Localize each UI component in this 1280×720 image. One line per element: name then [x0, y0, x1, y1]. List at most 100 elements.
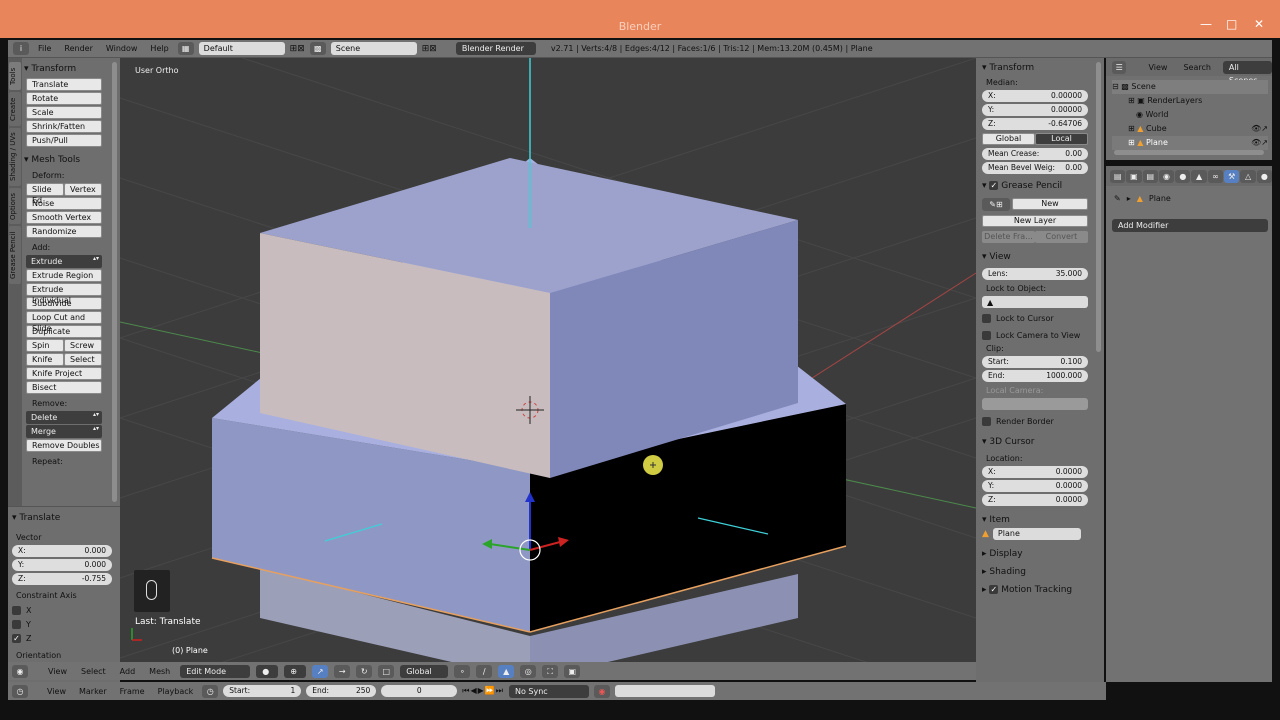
tl-menu-frame[interactable]: Frame: [116, 687, 149, 696]
editor-type-icon[interactable]: ◉: [12, 664, 28, 678]
clip-start-field[interactable]: Start: 0.100: [982, 356, 1088, 368]
start-frame-field[interactable]: Start: 1: [223, 685, 302, 697]
vp-menu-select[interactable]: Select: [77, 667, 110, 676]
info-editor-icon[interactable]: i: [13, 42, 29, 55]
operator-panel-header[interactable]: ▾ Translate: [12, 509, 112, 527]
lock-object-field[interactable]: ▲: [982, 296, 1088, 308]
vector-y-field[interactable]: Y: 0.000: [12, 559, 112, 571]
lock-camera-checkbox[interactable]: [982, 330, 991, 340]
vertex-select-icon[interactable]: ∘: [454, 664, 471, 678]
outliner-item-scene[interactable]: ⊟ ▩ Scene: [1112, 80, 1268, 94]
current-frame-field[interactable]: 0: [381, 685, 458, 697]
playback-controls-icon[interactable]: ⏮◀▶⏩⏭: [462, 686, 504, 696]
orientation-dropdown[interactable]: Global: [400, 664, 449, 678]
remove-doubles-button[interactable]: Remove Doubles: [26, 439, 102, 452]
mean-crease-field[interactable]: Mean Crease: 0.00: [982, 148, 1088, 160]
lock-cursor-checkbox[interactable]: [982, 313, 991, 323]
tab-grease-pencil[interactable]: Grease Pencil: [9, 226, 21, 284]
median-z-field[interactable]: Z: -0.64706: [982, 118, 1088, 130]
display-header[interactable]: ▸ Display: [982, 546, 1088, 562]
world-tab-icon[interactable]: ●: [1175, 169, 1191, 183]
lock-camera-row[interactable]: Lock Camera to View: [982, 328, 1088, 342]
outliner-view-menu[interactable]: View: [1144, 63, 1171, 72]
menu-render[interactable]: Render: [60, 44, 96, 53]
transform-panel-header[interactable]: ▾ Transform: [24, 60, 114, 78]
scale-manip-icon[interactable]: □: [378, 664, 395, 678]
tab-create[interactable]: Create: [9, 92, 21, 126]
translate-button[interactable]: Translate: [26, 78, 102, 91]
screw-button[interactable]: Screw: [64, 339, 102, 352]
toolshelf-scrollbar[interactable]: [112, 62, 117, 502]
push-pull-button[interactable]: Push/Pull: [26, 134, 102, 147]
grease-pencil-checkbox[interactable]: ✓: [989, 181, 999, 190]
extrude-region-button[interactable]: Extrude Region: [26, 269, 102, 282]
material-tab-icon[interactable]: ●: [1256, 169, 1272, 183]
vertex-slide-button[interactable]: Vertex: [64, 183, 102, 196]
render-preview-icon[interactable]: ▣: [564, 664, 581, 678]
slide-edge-button[interactable]: Slide Ed: [26, 183, 64, 205]
end-frame-field[interactable]: End: 250: [306, 685, 377, 697]
plane-visibility-icon[interactable]: 👁↗: [1251, 136, 1268, 150]
spin-button[interactable]: Spin: [26, 339, 64, 352]
render-engine-dropdown[interactable]: Blender Render: [455, 42, 536, 55]
edge-select-icon[interactable]: ∕: [476, 664, 493, 678]
outliner-item-cube[interactable]: ⊞ ▲ Cube 👁↗: [1112, 122, 1268, 136]
rotate-button[interactable]: Rotate: [26, 92, 102, 105]
modifiers-tab-icon[interactable]: ⚒: [1224, 169, 1240, 183]
preview-range-icon[interactable]: ◷: [202, 684, 219, 698]
add-scene-icon[interactable]: ⊞⊠: [422, 44, 437, 54]
menu-help[interactable]: Help: [146, 44, 172, 53]
mean-bevel-field[interactable]: Mean Bevel Weig: 0.00: [982, 162, 1088, 174]
menu-window[interactable]: Window: [102, 44, 142, 53]
item-header[interactable]: ▾ Item: [982, 512, 1088, 528]
delete-dropdown[interactable]: Delete: [26, 411, 102, 424]
lens-field[interactable]: Lens: 35.000: [982, 268, 1088, 280]
shading-header[interactable]: ▸ Shading: [982, 564, 1088, 580]
local-camera-field[interactable]: [982, 398, 1088, 410]
pencil-icon[interactable]: ✎⊞: [982, 198, 1010, 211]
tl-menu-marker[interactable]: Marker: [75, 687, 111, 696]
median-y-field[interactable]: Y: 0.00000: [982, 104, 1088, 116]
constraints-tab-icon[interactable]: ∞: [1207, 169, 1224, 183]
randomize-button[interactable]: Randomize: [26, 225, 102, 238]
grease-new-button[interactable]: New: [1012, 198, 1088, 210]
tab-tools[interactable]: Tools: [9, 62, 21, 90]
render-border-row[interactable]: Render Border: [982, 414, 1088, 428]
3d-cursor-header[interactable]: ▾ 3D Cursor: [982, 434, 1088, 450]
mode-dropdown[interactable]: Edit Mode: [180, 664, 251, 678]
tab-shading-uvs[interactable]: Shading / UVs: [9, 128, 21, 186]
outliner-scrollbar[interactable]: [1114, 150, 1264, 155]
data-tab-icon[interactable]: △: [1240, 169, 1256, 183]
vp-menu-view[interactable]: View: [44, 667, 71, 676]
scene-icon[interactable]: ▩: [309, 42, 326, 55]
cube-visibility-icon[interactable]: 👁↗: [1251, 122, 1268, 136]
manipulator-icon[interactable]: ↗: [312, 664, 329, 678]
vp-menu-add[interactable]: Add: [116, 667, 140, 676]
keying-set-field[interactable]: [614, 685, 715, 697]
knife-project-button[interactable]: Knife Project: [26, 367, 102, 380]
delete-frame-button[interactable]: Delete Fra...: [982, 231, 1035, 243]
minimize-icon[interactable]: —: [1200, 17, 1212, 31]
screen-layout-icon[interactable]: ▦: [177, 42, 194, 55]
face-select-icon[interactable]: ▲: [498, 664, 515, 678]
median-x-field[interactable]: X: 0.00000: [982, 90, 1088, 102]
axis-z-check[interactable]: ✓ Z: [12, 631, 112, 645]
tl-menu-playback[interactable]: Playback: [154, 687, 198, 696]
add-screen-icon[interactable]: ⊞⊠: [290, 44, 305, 54]
n-transform-header[interactable]: ▾ Transform: [982, 60, 1088, 76]
axis-z-checkbox[interactable]: ✓: [12, 633, 21, 643]
outliner-editor-icon[interactable]: ☰: [1112, 60, 1127, 74]
item-name-field[interactable]: Plane: [992, 528, 1081, 540]
render-border-checkbox[interactable]: [982, 416, 991, 426]
record-icon[interactable]: ◉: [593, 684, 610, 698]
motion-tracking-header[interactable]: ▸ ✓ Motion Tracking: [982, 582, 1088, 598]
cursor-y-field[interactable]: Y: 0.0000: [982, 480, 1088, 492]
loop-cut-button[interactable]: Loop Cut and Slide: [26, 311, 102, 333]
axis-x-checkbox[interactable]: [12, 605, 21, 615]
maximize-icon[interactable]: □: [1226, 17, 1237, 31]
scale-button[interactable]: Scale: [26, 106, 102, 119]
close-icon[interactable]: ✕: [1254, 17, 1264, 31]
merge-dropdown[interactable]: Merge: [26, 425, 102, 438]
n-panel-scrollbar[interactable]: [1096, 62, 1101, 352]
clip-end-field[interactable]: End: 1000.000: [982, 370, 1088, 382]
